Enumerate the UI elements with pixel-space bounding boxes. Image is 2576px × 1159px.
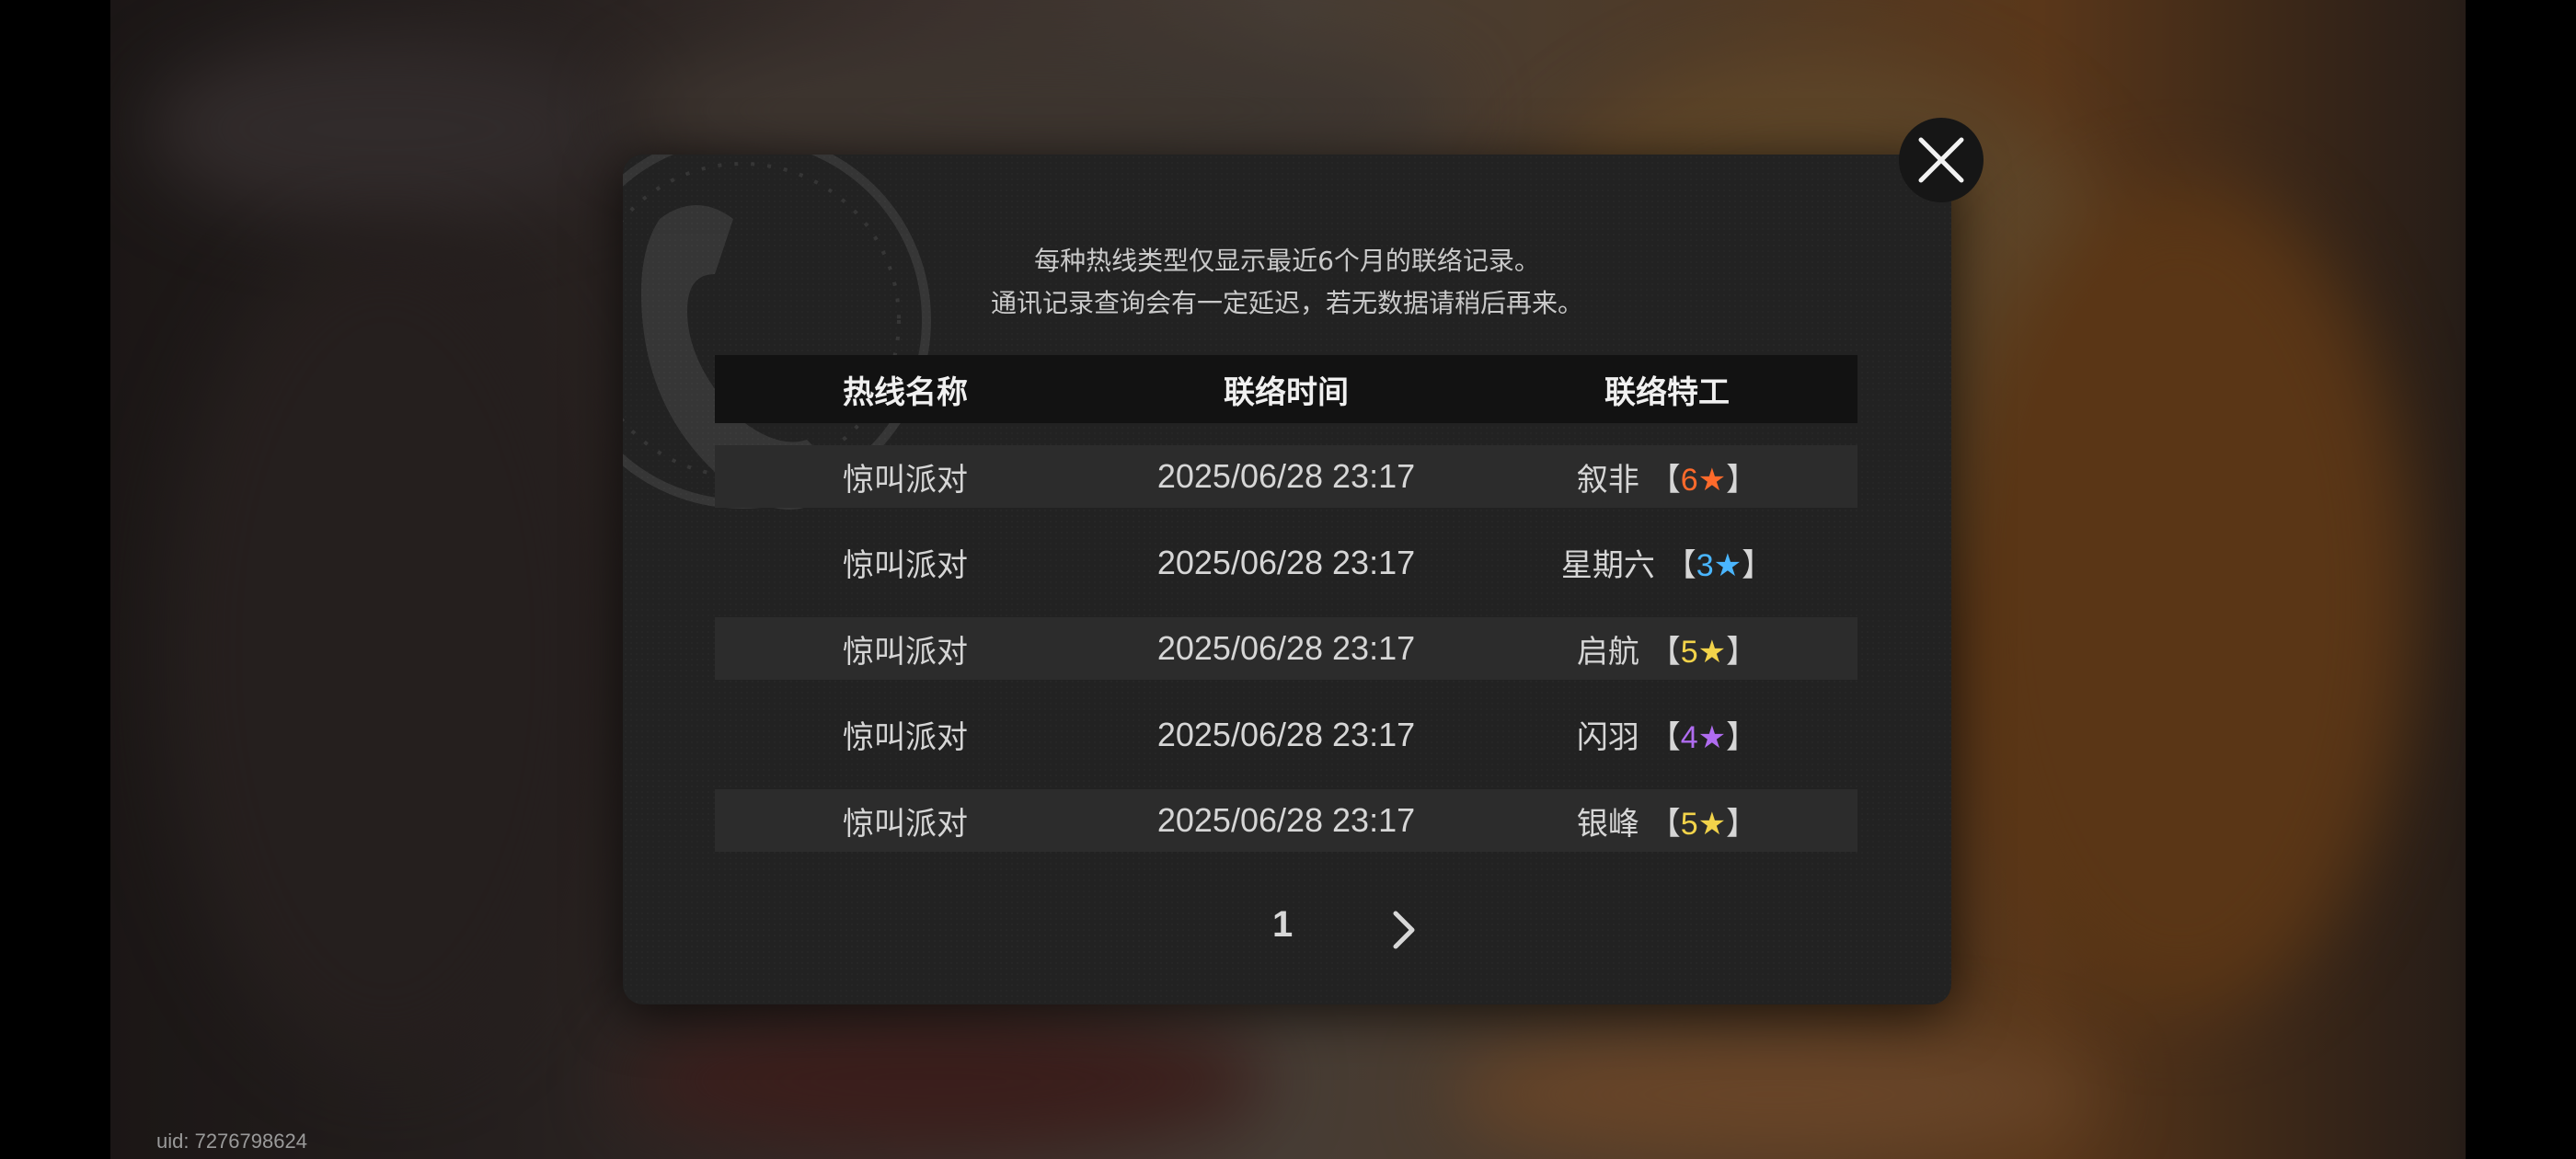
agent-name: 银峰 [1576, 805, 1639, 843]
contact-records-table: 热线名称 联络时间 联络特工 惊叫派对 2025/06/28 23:17 叙非 … [715, 355, 1857, 876]
star-icon: ★ [1697, 633, 1727, 671]
hotline-name: 惊叫派对 [843, 547, 968, 584]
header-contact-time: 联络时间 [1224, 373, 1349, 411]
header-contact-agent: 联络特工 [1604, 373, 1730, 411]
agent-name: 启航 [1576, 633, 1639, 671]
contact-agent: 叙非 【6★】 [1576, 461, 1758, 499]
agent-name: 星期六 [1560, 547, 1655, 584]
contact-time: 2025/06/28 23:17 [1156, 801, 1416, 839]
table-row: 惊叫派对 2025/06/28 23:17 银峰 【5★】 [715, 789, 1857, 852]
star-icon: ★ [1697, 461, 1727, 499]
chevron-right-icon [1393, 911, 1415, 949]
contact-agent: 银峰 【5★】 [1576, 805, 1758, 843]
star-icon: ★ [1697, 805, 1727, 843]
close-icon [1918, 137, 1964, 183]
current-page-number: 1 [1272, 904, 1294, 945]
contact-agent: 星期六 【3★】 [1560, 547, 1774, 584]
table-row: 惊叫派对 2025/06/28 23:17 星期六 【3★】 [715, 532, 1857, 594]
agent-rank: 3 [1696, 548, 1714, 583]
contact-time: 2025/06/28 23:17 [1156, 715, 1416, 753]
contact-time: 2025/06/28 23:17 [1156, 457, 1416, 495]
close-button[interactable] [1899, 118, 1984, 202]
contact-agent: 闪羽 【4★】 [1576, 719, 1758, 756]
contact-time: 2025/06/28 23:17 [1156, 629, 1416, 667]
game-screen: uid: 7276798624 每种热线类型仅显示最近6个月的联络记录。 通讯记… [0, 0, 2576, 1159]
table-row: 惊叫派对 2025/06/28 23:17 闪羽 【4★】 [715, 704, 1857, 766]
table-row: 惊叫派对 2025/06/28 23:17 启航 【5★】 [715, 617, 1857, 680]
notice-line-1: 每种热线类型仅显示最近6个月的联络记录。 [1034, 246, 1540, 276]
header-hotline-name: 热线名称 [843, 373, 968, 411]
agent-rank: 5 [1680, 634, 1698, 670]
table-row: 惊叫派对 2025/06/28 23:17 叙非 【6★】 [715, 445, 1857, 508]
agent-rank: 4 [1680, 720, 1698, 755]
hotline-name: 惊叫派对 [843, 461, 968, 499]
hotline-name: 惊叫派对 [843, 633, 968, 671]
star-icon: ★ [1713, 547, 1742, 584]
agent-rank: 6 [1680, 462, 1698, 498]
table-header: 热线名称 联络时间 联络特工 [715, 355, 1857, 423]
next-page-button[interactable] [1383, 904, 1427, 956]
uid-label: uid: 7276798624 [156, 1130, 307, 1153]
pagination: 1 [623, 904, 1951, 959]
hotline-name: 惊叫派对 [843, 719, 968, 756]
contact-agent: 启航 【5★】 [1576, 633, 1758, 671]
star-icon: ★ [1697, 719, 1727, 756]
hotline-name: 惊叫派对 [843, 805, 968, 843]
notice-line-2: 通讯记录查询会有一定延迟，若无数据请稍后再来。 [990, 288, 1583, 318]
agent-name: 叙非 [1576, 461, 1639, 499]
contact-time: 2025/06/28 23:17 [1156, 543, 1416, 581]
agent-name: 闪羽 [1576, 719, 1639, 756]
agent-rank: 5 [1680, 806, 1698, 842]
contact-records-dialog: 每种热线类型仅显示最近6个月的联络记录。 通讯记录查询会有一定延迟，若无数据请稍… [623, 155, 1951, 1004]
